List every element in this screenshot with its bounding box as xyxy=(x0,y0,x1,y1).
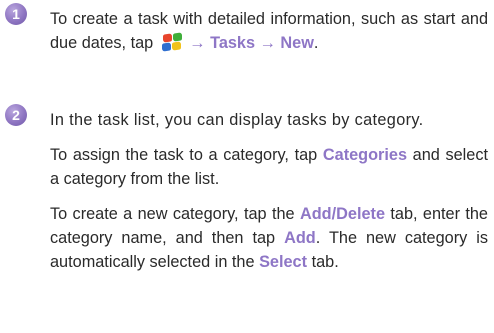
instruction-text: To assign the task to a category, tap xyxy=(50,146,323,164)
step-2-paragraph-3: To create a new category, tap the Add/De… xyxy=(50,202,488,274)
step-1-body: To create a task with detailed informati… xyxy=(50,7,488,55)
step-2-body: In the task list, you can display tasks … xyxy=(50,108,488,274)
step-2-paragraph-1: In the task list, you can display tasks … xyxy=(50,111,424,129)
windows-start-icon xyxy=(160,31,183,53)
keyword-add-delete: Add/Delete xyxy=(299,205,385,223)
manual-page: 1 To create a task with detailed informa… xyxy=(0,0,494,333)
instruction-text: tab. xyxy=(307,253,339,271)
keyword-select: Select xyxy=(259,253,308,271)
menu-keyword-tasks: Tasks xyxy=(210,34,256,52)
menu-keyword-new: New xyxy=(280,34,314,52)
arrow-separator: → xyxy=(255,34,281,52)
step-number-badge: 1 xyxy=(5,3,27,25)
instruction-text: To create a new category, tap the xyxy=(50,205,300,223)
keyword-add: Add xyxy=(284,229,316,247)
step-2-paragraph-2: To assign the task to a category, tap Ca… xyxy=(50,143,488,191)
sentence-end: . xyxy=(313,34,319,52)
arrow-separator: → xyxy=(184,34,211,52)
step-number-badge: 2 xyxy=(5,104,27,126)
step-1-paragraph: To create a task with detailed informati… xyxy=(50,7,488,55)
keyword-categories: Categories xyxy=(322,146,408,164)
